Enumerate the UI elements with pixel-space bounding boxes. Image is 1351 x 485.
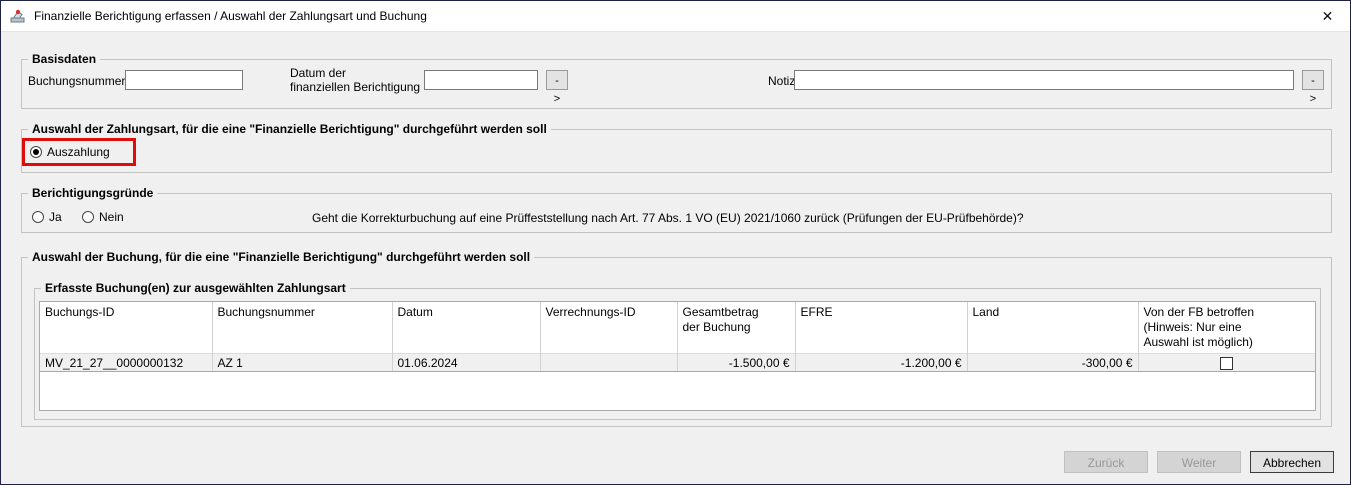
buchungsnummer-label: Buchungsnummer [28,74,125,88]
erfasste-buchungen-legend: Erfasste Buchung(en) zur ausgewählten Za… [41,281,350,295]
auszahlung-highlight[interactable]: Auszahlung [22,138,136,166]
dialog-window: Finanzielle Berichtigung erfassen / Ausw… [0,0,1351,485]
basisdaten-group: Basisdaten Buchungsnummer Datum der fina… [21,59,1332,109]
zahlungsart-group: Auswahl der Zahlungsart, für die eine "F… [21,129,1332,173]
basisdaten-legend: Basisdaten [28,52,100,66]
cell-gesamtbetrag: -1.500,00 € [677,354,795,372]
title-bar: Finanzielle Berichtigung erfassen / Ausw… [1,1,1350,32]
zurueck-button[interactable]: Zurück [1064,451,1148,473]
col-header-verrechnungs-id: Verrechnungs-ID [540,302,677,354]
weiter-button[interactable]: Weiter [1157,451,1241,473]
cell-efre: -1.200,00 € [795,354,967,372]
col-header-datum: Datum [392,302,540,354]
datum-picker-button[interactable]: -> [546,70,568,90]
table-row[interactable]: MV_21_27__0000000132 AZ 1 01.06.2024 -1.… [40,354,1315,372]
zahlungsart-legend: Auswahl der Zahlungsart, für die eine "F… [28,122,551,136]
notiz-expand-button[interactable]: -> [1302,70,1324,90]
close-icon[interactable]: ✕ [1305,1,1350,31]
app-icon [9,7,27,25]
buchungsnummer-input[interactable] [125,70,243,90]
cell-verrechnungs-id [540,354,677,372]
buchung-legend: Auswahl der Buchung, für die eine "Finan… [28,250,534,264]
datum-input[interactable] [424,70,538,90]
window-title: Finanzielle Berichtigung erfassen / Ausw… [34,9,427,23]
ja-radio-label: Ja [49,210,62,224]
cell-buchungsnummer: AZ 1 [212,354,392,372]
nein-radio-option[interactable]: Nein [82,210,124,224]
korrektur-question-text: Geht die Korrekturbuchung auf eine Prüff… [312,211,1024,225]
notiz-input[interactable] [794,70,1294,90]
col-header-efre: EFRE [795,302,967,354]
cell-buchungs-id: MV_21_27__0000000132 [40,354,212,372]
notiz-label: Notiz [768,74,795,88]
cell-fb-betroffen [1138,354,1315,372]
buchung-group: Auswahl der Buchung, für die eine "Finan… [21,257,1332,427]
ja-radio[interactable] [32,211,44,223]
cell-land: -300,00 € [967,354,1138,372]
col-header-gesamtbetrag: Gesamtbetrag der Buchung [677,302,795,354]
nein-radio-label: Nein [99,210,124,224]
fb-betroffen-checkbox[interactable] [1220,357,1233,370]
datum-label: Datum der finanziellen Berichtigung [290,66,420,94]
erfasste-buchungen-group: Erfasste Buchung(en) zur ausgewählten Za… [34,288,1321,420]
cell-datum: 01.06.2024 [392,354,540,372]
auszahlung-radio-label: Auszahlung [47,145,110,159]
col-header-land: Land [967,302,1138,354]
nein-radio[interactable] [82,211,94,223]
ja-radio-option[interactable]: Ja [32,210,62,224]
auszahlung-radio[interactable] [30,146,42,158]
col-header-fb-betroffen: Von der FB betroffen (Hinweis: Nur eine … [1138,302,1315,354]
berichtigungsgruende-group: Berichtigungsgründe Ja Nein Geht die Kor… [21,193,1332,233]
berichtigungsgruende-legend: Berichtigungsgründe [28,186,157,200]
table-header-row: Buchungs-ID Buchungsnummer Datum Verrech… [40,302,1315,354]
col-header-buchungs-id: Buchungs-ID [40,302,212,354]
col-header-buchungsnummer: Buchungsnummer [212,302,392,354]
buchungen-table: Buchungs-ID Buchungsnummer Datum Verrech… [39,301,1316,411]
abbrechen-button[interactable]: Abbrechen [1250,451,1334,473]
